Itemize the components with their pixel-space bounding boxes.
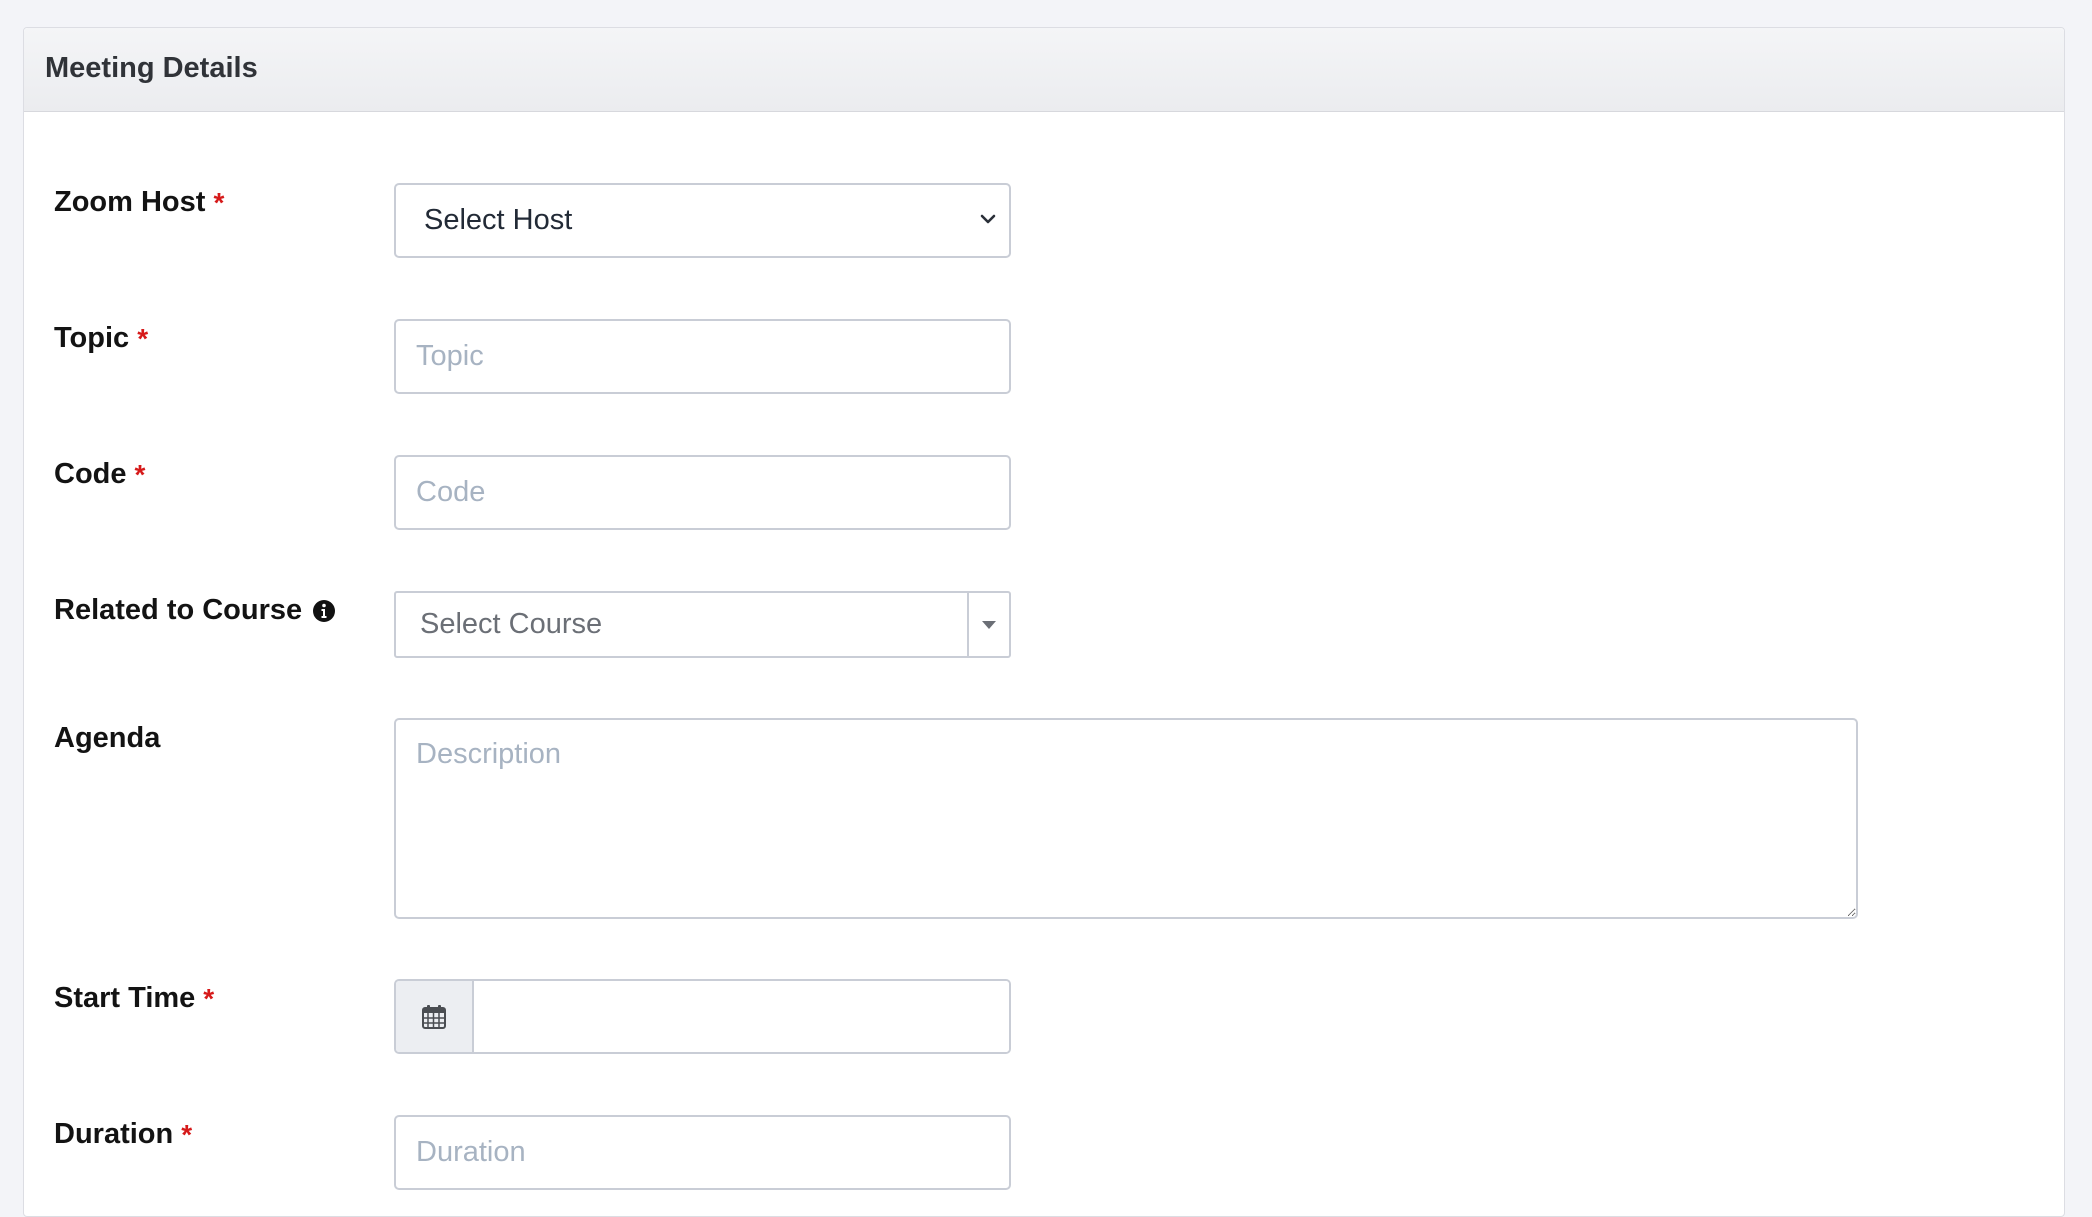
required-asterisk: * <box>213 186 225 218</box>
required-asterisk: * <box>137 322 149 354</box>
agenda-label: Agenda <box>54 722 160 755</box>
course-dropdown-toggle[interactable] <box>967 593 1009 656</box>
calendar-button[interactable] <box>396 981 474 1052</box>
required-asterisk: * <box>203 982 215 1014</box>
course-selected-value: Select Course <box>420 608 603 640</box>
required-asterisk: * <box>181 1118 193 1150</box>
code-label-text: Code <box>54 458 127 490</box>
start-time-label: Start Time * <box>54 982 214 1015</box>
topic-input[interactable] <box>394 319 1011 394</box>
zoom-host-label-text: Zoom Host <box>54 186 206 218</box>
panel-title: Meeting Details <box>45 52 258 84</box>
agenda-label-text: Agenda <box>54 722 161 754</box>
related-course-label: Related to Course <box>54 594 336 627</box>
agenda-textarea[interactable] <box>394 718 1858 919</box>
related-course-label-text: Related to Course <box>54 594 303 626</box>
start-time-input[interactable] <box>474 981 1009 1052</box>
zoom-host-selected-value: Select Host <box>424 204 573 236</box>
start-time-label-text: Start Time <box>54 982 196 1014</box>
duration-label: Duration * <box>54 1118 192 1151</box>
required-asterisk: * <box>134 458 146 490</box>
topic-label: Topic * <box>54 322 148 355</box>
panel-header: Meeting Details <box>24 28 2064 112</box>
meeting-details-panel: Meeting Details Zoom Host * Select Host … <box>23 27 2065 1217</box>
duration-label-text: Duration <box>54 1118 174 1150</box>
code-input[interactable] <box>394 455 1011 530</box>
zoom-host-label: Zoom Host * <box>54 186 224 219</box>
calendar-icon <box>422 1004 446 1029</box>
zoom-host-select[interactable]: Select Host <box>394 183 1011 258</box>
caret-down-icon <box>982 620 996 629</box>
chevron-down-icon <box>980 214 996 224</box>
course-combobox[interactable]: Select Course <box>394 591 1011 658</box>
start-time-group <box>394 979 1011 1054</box>
duration-input[interactable] <box>394 1115 1011 1190</box>
info-circle-icon[interactable] <box>312 599 336 623</box>
topic-label-text: Topic <box>54 322 130 354</box>
code-label: Code * <box>54 458 145 491</box>
